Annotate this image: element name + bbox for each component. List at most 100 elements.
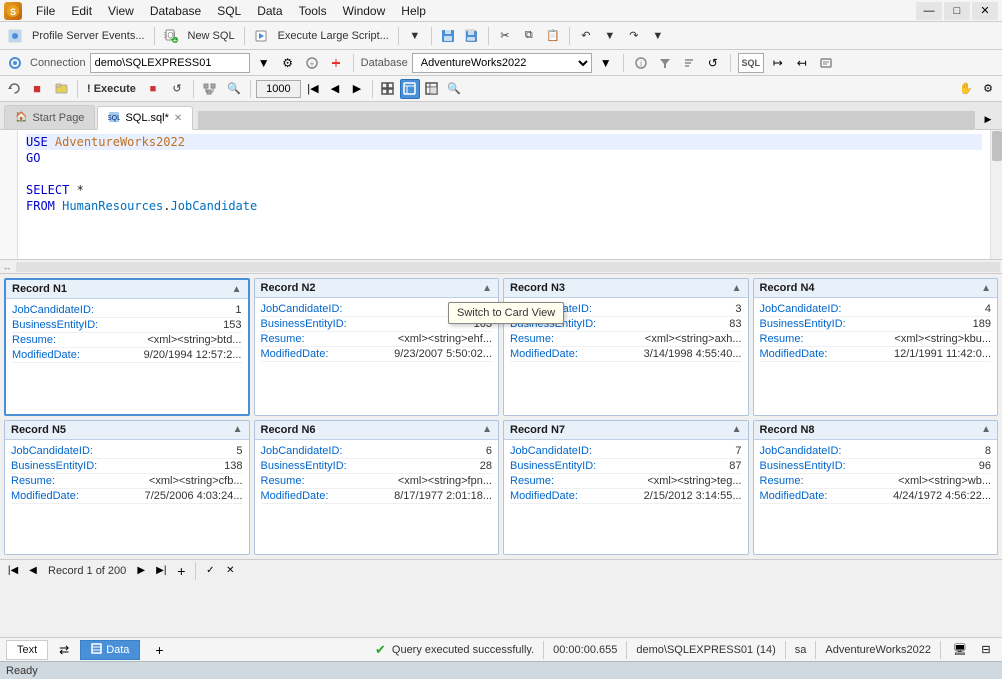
record-n3-header[interactable]: Record N3 ▲ (504, 279, 748, 298)
record-n4-collapse[interactable]: ▲ (981, 283, 991, 294)
layout-btn[interactable]: ⊟ (976, 640, 996, 660)
first-nav-btn[interactable]: |◀ (4, 562, 22, 580)
menu-tools[interactable]: Tools (291, 2, 335, 20)
record-card-n6[interactable]: Record N6 ▲ JobCandidateID:6 BusinessEnt… (254, 420, 500, 556)
next-record-btn[interactable]: ▶ (347, 79, 367, 99)
new-sql-button[interactable]: New SQL (184, 25, 239, 47)
outdent-btn[interactable]: ↤ (792, 53, 812, 73)
record-n5-collapse[interactable]: ▲ (233, 424, 243, 435)
record-n1-collapse[interactable]: ▲ (232, 284, 242, 295)
sql-scroll-thumb[interactable] (992, 131, 1002, 161)
record-n8-collapse[interactable]: ▲ (981, 424, 991, 435)
add-record-btn[interactable]: + (172, 562, 190, 580)
search2-btn[interactable]: 🔍 (444, 79, 464, 99)
menu-help[interactable]: Help (393, 2, 434, 20)
record-card-n3[interactable]: Record N3 ▲ JobCandidateID:3 BusinessEnt… (503, 278, 749, 416)
data-tab-btn[interactable]: Data (80, 640, 140, 660)
sql-vertical-scrollbar[interactable] (990, 130, 1002, 259)
record-n8-header[interactable]: Record N8 ▲ (754, 421, 998, 440)
first-record-btn[interactable]: |◀ (303, 79, 323, 99)
prev-nav-btn[interactable]: ◀ (24, 562, 42, 580)
menu-sql[interactable]: SQL (209, 2, 249, 20)
record-card-n2[interactable]: Record N2 ▲ JobCandidateID:2 BusinessEnt… (254, 278, 500, 416)
menu-database[interactable]: Database (142, 2, 209, 20)
record-n7-header[interactable]: Record N7 ▲ (504, 421, 748, 440)
record-card-n5[interactable]: Record N5 ▲ JobCandidateID:5 BusinessEnt… (4, 420, 250, 556)
execute-large-button[interactable]: Execute Large Script... (274, 25, 393, 47)
maximize-button[interactable]: □ (944, 2, 970, 20)
prev-record-btn[interactable]: ◀ (325, 79, 345, 99)
refresh-btn[interactable]: ↺ (166, 78, 188, 100)
record-n6-collapse[interactable]: ▲ (482, 424, 492, 435)
settings-btn[interactable]: ⚙ (978, 79, 998, 99)
indent-btn[interactable]: ↦ (768, 53, 788, 73)
sql-content[interactable]: USE AdventureWorks2022 GO SELECT * FROM … (18, 130, 990, 259)
page-size-input[interactable] (256, 80, 301, 98)
db-props-btn[interactable]: i (631, 53, 651, 73)
record-card-n1[interactable]: Record N1 ▲ JobCandidateID:1 BusinessEnt… (4, 278, 250, 416)
db-filter-btn[interactable] (655, 53, 675, 73)
dropdown-arrow-btn[interactable]: ▼ (404, 25, 426, 47)
exec-stop-btn[interactable]: ■ (26, 78, 48, 100)
record-card-n8[interactable]: Record N8 ▲ JobCandidateID:8 BusinessEnt… (753, 420, 999, 556)
db-sort-btn[interactable] (679, 53, 699, 73)
save-all-btn[interactable] (461, 25, 483, 47)
undo-dropdown-btn[interactable]: ▼ (599, 25, 621, 47)
record-n1-header[interactable]: Record N1 ▲ (6, 280, 248, 299)
conn-arrow-btn[interactable]: ▼ (254, 53, 274, 73)
conn-settings-btn[interactable]: ⚙ (278, 53, 298, 73)
save-btn[interactable] (437, 25, 459, 47)
menu-data[interactable]: Data (249, 2, 290, 20)
redo-btn[interactable]: ↷ (623, 25, 645, 47)
tab-scroll-right[interactable]: ▶ (978, 109, 998, 129)
menu-edit[interactable]: Edit (63, 2, 100, 20)
text-tab-btn[interactable]: Text (6, 640, 48, 660)
record-n3-collapse[interactable]: ▲ (732, 283, 742, 294)
tab-start-page[interactable]: 🏠 Start Page (4, 105, 95, 129)
undo-btn[interactable]: ↶ (575, 25, 597, 47)
pivot-view-btn[interactable] (422, 79, 442, 99)
screen-btn[interactable]: 🖥 (950, 640, 970, 660)
cut-btn[interactable]: ✂ (494, 25, 516, 47)
comment-btn[interactable] (816, 53, 836, 73)
menu-file[interactable]: File (28, 2, 63, 20)
schema-btn[interactable] (199, 78, 221, 100)
record-n2-header[interactable]: Record N2 ▲ (255, 279, 499, 298)
record-n2-collapse[interactable]: ▲ (482, 283, 492, 294)
minimize-button[interactable]: — (916, 2, 942, 20)
next-nav-btn[interactable]: ▶ (132, 562, 150, 580)
record-n4-header[interactable]: Record N4 ▲ (754, 279, 998, 298)
grid-view-btn[interactable] (378, 79, 398, 99)
h-scroll-bar[interactable] (16, 262, 1000, 272)
database-select[interactable]: AdventureWorks2022 (412, 53, 592, 73)
copy-btn[interactable]: ⧉ (518, 25, 540, 47)
record-card-n4[interactable]: Record N4 ▲ JobCandidateID:4 BusinessEnt… (753, 278, 999, 416)
record-n7-collapse[interactable]: ▲ (732, 424, 742, 435)
db-refresh-btn[interactable]: ↺ (703, 53, 723, 73)
connection-input[interactable] (90, 53, 250, 73)
record-n5-header[interactable]: Record N5 ▲ (5, 421, 249, 440)
add-tab-btn[interactable]: + (150, 641, 168, 659)
stop-exec-btn[interactable]: ■ (142, 78, 164, 100)
transfer-btn[interactable]: ⇄ (54, 640, 74, 660)
cancel-nav-btn[interactable]: ✕ (221, 562, 239, 580)
conn-disconnect-btn[interactable] (326, 53, 346, 73)
card-view-btn[interactable] (400, 79, 420, 99)
db-dropdown-btn[interactable]: ▼ (596, 53, 616, 73)
record-card-n7[interactable]: Record N7 ▲ JobCandidateID:7 BusinessEnt… (503, 420, 749, 556)
profile-server-button[interactable]: Profile Server Events... (28, 25, 149, 47)
menu-view[interactable]: View (100, 2, 142, 20)
paste-btn[interactable]: 📋 (542, 25, 564, 47)
redo-dropdown-btn[interactable]: ▼ (647, 25, 669, 47)
confirm-btn[interactable]: ✓ (201, 562, 219, 580)
tab-close-btn[interactable]: ✕ (174, 113, 182, 124)
search-btn[interactable]: 🔍 (223, 78, 245, 100)
execute-button[interactable]: ! Execute (83, 78, 140, 100)
last-nav-btn[interactable]: ▶| (152, 562, 170, 580)
menu-window[interactable]: Window (335, 2, 394, 20)
sql-horizontal-scrollbar[interactable]: ↔ (0, 260, 1002, 274)
exec-open-btn[interactable] (50, 78, 72, 100)
hand-btn[interactable]: ✋ (956, 79, 976, 99)
conn-new-btn[interactable]: + (302, 53, 322, 73)
sql-mode-btn[interactable]: SQL (738, 53, 764, 73)
